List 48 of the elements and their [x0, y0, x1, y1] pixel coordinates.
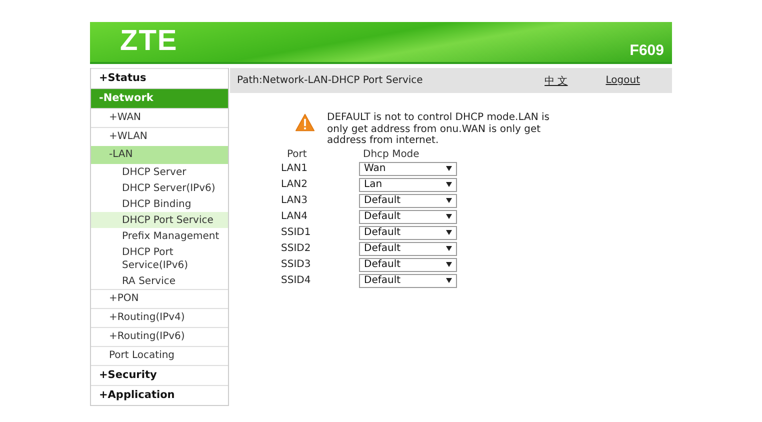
- warning-icon: [295, 113, 315, 132]
- model-name: F609: [630, 42, 664, 59]
- language-link[interactable]: 中 文: [544, 74, 568, 88]
- logout-link[interactable]: Logout: [606, 75, 640, 86]
- mode-dropdown[interactable]: Lan: [359, 178, 457, 192]
- port-label: LAN3: [281, 195, 308, 206]
- port-label: SSID3: [281, 259, 312, 270]
- port-label: SSID4: [281, 275, 312, 286]
- menu-item[interactable]: +WAN: [91, 108, 228, 127]
- menu-item[interactable]: DHCP Server: [91, 164, 228, 180]
- mode-dropdown[interactable]: Default: [359, 226, 457, 240]
- caret-icon: [446, 182, 452, 187]
- breadcrumb-path: Path:Network-LAN-DHCP Port Service: [237, 75, 424, 86]
- menu-item[interactable]: +PON: [91, 289, 228, 308]
- caret-icon: [446, 214, 452, 219]
- menu-item[interactable]: -LAN: [91, 146, 228, 164]
- column-header: Dhcp Mode: [362, 148, 420, 160]
- port-label: SSID1: [281, 227, 312, 238]
- menu-item[interactable]: +Security: [91, 365, 228, 385]
- mode-dropdown[interactable]: Default: [359, 194, 457, 208]
- port-label: SSID2: [281, 243, 312, 254]
- caret-icon: [446, 230, 452, 235]
- column-header: Port: [286, 148, 308, 160]
- menu-item[interactable]: DHCP Port Service: [91, 212, 228, 228]
- caret-icon: [446, 278, 452, 283]
- menu-item[interactable]: RA Service: [91, 273, 228, 289]
- mode-dropdown[interactable]: Wan: [359, 162, 457, 176]
- logo: ZTE: [120, 25, 178, 58]
- port-label: LAN2: [281, 179, 308, 190]
- menu-item[interactable]: DHCP Server(IPv6): [91, 180, 228, 196]
- mode-dropdown[interactable]: Default: [359, 210, 457, 224]
- menu-item[interactable]: DHCP Binding: [91, 196, 228, 212]
- menu-item[interactable]: Prefix Management: [91, 228, 228, 244]
- caret-icon: [446, 246, 452, 251]
- notice-text: DEFAULT is not to control DHCP mode.LAN is only get address from onu.WAN is only get address from internet.: [327, 112, 551, 146]
- port-label: LAN1: [281, 163, 308, 174]
- caret-icon: [446, 262, 452, 267]
- menu-item[interactable]: +Routing(IPv6): [91, 327, 228, 346]
- mode-dropdown[interactable]: Default: [359, 274, 457, 288]
- menu-item[interactable]: DHCP Port Service(IPv6): [91, 244, 228, 273]
- mode-dropdown[interactable]: Default: [359, 258, 457, 272]
- mode-dropdown[interactable]: Default: [359, 242, 457, 256]
- menu-item[interactable]: +Routing(IPv4): [91, 308, 228, 327]
- port-label: LAN4: [281, 211, 308, 222]
- caret-icon: [446, 166, 452, 171]
- menu-item[interactable]: Port Locating: [91, 346, 228, 365]
- menu-item[interactable]: +Application: [91, 385, 228, 405]
- caret-icon: [446, 198, 452, 203]
